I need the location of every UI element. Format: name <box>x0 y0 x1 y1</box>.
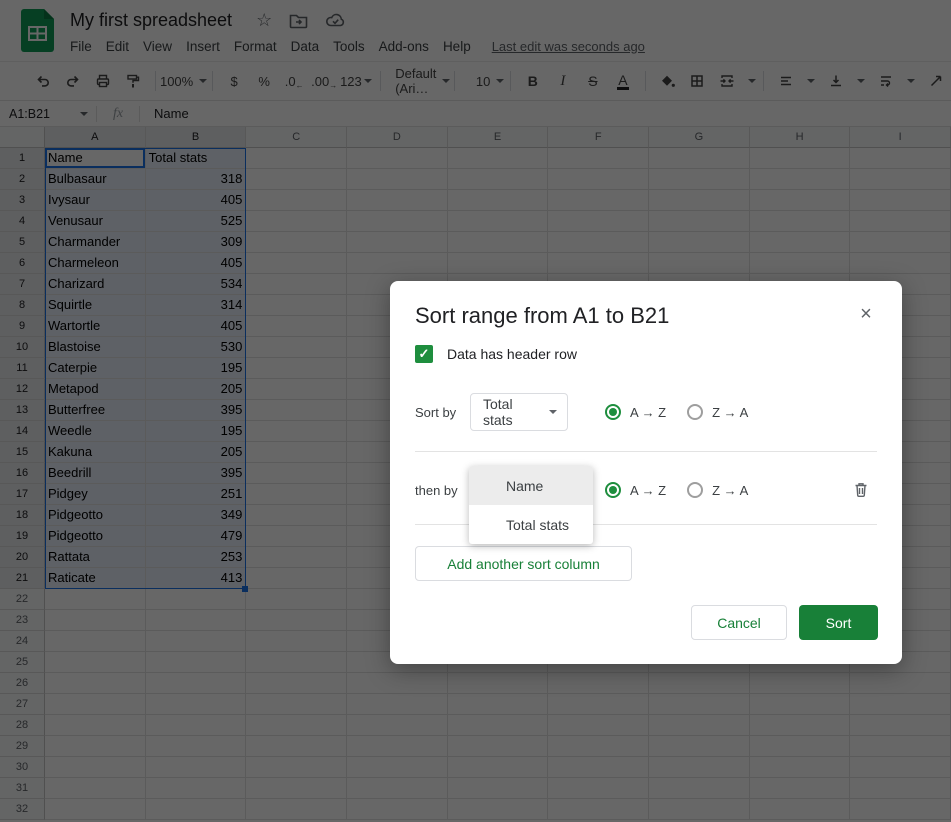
delete-sort-column-icon[interactable] <box>851 480 871 500</box>
sort-range-dialog: Sort range from A1 to B21 × ✓ Data has h… <box>390 281 902 664</box>
dialog-separator <box>415 451 877 452</box>
header-row-checkbox[interactable]: ✓ <box>415 345 433 363</box>
header-row-checkbox-label[interactable]: Data has header row <box>447 346 577 362</box>
then-by-desc-label[interactable]: Z → A <box>712 483 748 498</box>
dropdown-option-total-stats[interactable]: Total stats <box>469 505 593 544</box>
cancel-button[interactable]: Cancel <box>691 605 787 640</box>
sort-by-asc-radio[interactable] <box>605 404 621 420</box>
add-sort-column-button[interactable]: Add another sort column <box>415 546 632 581</box>
close-icon[interactable]: × <box>854 303 878 326</box>
sort-button[interactable]: Sort <box>799 605 878 640</box>
then-by-asc-label[interactable]: A → Z <box>630 483 666 498</box>
column-dropdown-menu: Name Total stats <box>469 466 593 544</box>
dropdown-option-name[interactable]: Name <box>469 466 593 505</box>
sort-by-desc-label[interactable]: Z → A <box>712 405 748 420</box>
then-by-desc-radio[interactable] <box>687 482 704 498</box>
sort-by-column-select[interactable]: Total stats <box>470 393 568 431</box>
sort-by-label: Sort by <box>415 404 457 420</box>
google-sheets-app: My first spreadsheet ☆ <box>0 0 951 822</box>
then-by-label: then by <box>415 482 458 498</box>
then-by-asc-radio[interactable] <box>605 482 621 498</box>
sort-by-asc-label[interactable]: A → Z <box>630 405 666 420</box>
sort-by-row: Sort by Total stats A → Z Z → A <box>415 393 769 431</box>
chevron-down-icon <box>549 410 557 414</box>
checkmark-icon: ✓ <box>418 346 430 361</box>
sort-by-desc-radio[interactable] <box>687 404 704 420</box>
dialog-title: Sort range from A1 to B21 <box>415 303 670 328</box>
